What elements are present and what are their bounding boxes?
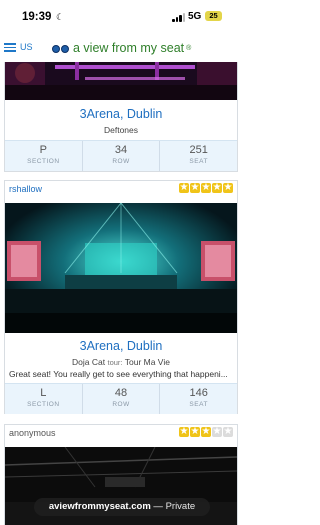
site-header: US a view from my seat ® [0, 34, 242, 62]
review-header: anonymous ★ ★ ★ ★ ★ [5, 425, 237, 443]
seat-value: 251 [189, 144, 208, 156]
section-value: L [40, 387, 47, 399]
star-icon: ★ [190, 182, 200, 193]
browser-url-pill[interactable]: aviewfrommyseat.com — Private [34, 498, 210, 516]
event-line: Doja Cat tour: Tour Ma Vie [5, 357, 237, 367]
network-label: 5G [188, 11, 202, 22]
site-logo[interactable]: a view from my seat ® [52, 40, 191, 56]
signal-icon [172, 13, 186, 22]
seat-value: 146 [189, 387, 208, 399]
review-feed[interactable]: 3Arena, Dublin Deftones P SECTION 34 ROW… [0, 62, 242, 525]
registered-mark: ® [186, 44, 192, 52]
section-label: SECTION [27, 401, 60, 408]
seat-cell: 146 SEAT [159, 384, 237, 414]
private-label: Private [165, 501, 196, 512]
section-label: SECTION [27, 158, 60, 165]
star-icon: ★ [201, 182, 211, 193]
binoculars-icon [52, 43, 70, 54]
tour-name[interactable]: Tour Ma Vie [125, 357, 170, 367]
seat-label: SEAT [189, 401, 208, 408]
event-name[interactable]: Doja Cat [72, 357, 105, 367]
section-cell: L SECTION [5, 384, 82, 414]
review-header: rshallow ★ ★ ★ ★ ★ [5, 181, 237, 199]
row-label: ROW [112, 401, 130, 408]
star-icon: ★ [190, 426, 200, 437]
rating-stars: ★ ★ ★ ★ ★ [178, 427, 233, 437]
review-comment[interactable]: Great seat! You really get to see everyt… [9, 369, 235, 379]
row-cell: 48 ROW [81, 384, 160, 414]
star-icon: ★ [179, 182, 189, 193]
reviewer-username[interactable]: rshallow [9, 184, 42, 194]
seat-view-photo[interactable] [5, 203, 237, 333]
row-label: ROW [112, 158, 130, 165]
battery-level: 25 [209, 11, 218, 20]
venue-link[interactable]: 3Arena, Dublin [5, 107, 237, 121]
menu-icon[interactable] [4, 43, 16, 52]
section-value: P [39, 144, 47, 156]
row-cell: 34 ROW [81, 141, 160, 171]
seat-label: SEAT [189, 158, 208, 165]
star-icon: ★ [179, 426, 189, 437]
section-cell: P SECTION [5, 141, 82, 171]
url-separator: — [150, 501, 166, 512]
region-selector[interactable]: US [20, 42, 33, 52]
venue-link[interactable]: 3Arena, Dublin [5, 339, 237, 353]
review-card[interactable]: 3Arena, Dublin Deftones P SECTION 34 ROW… [4, 62, 238, 172]
row-value: 34 [114, 144, 128, 156]
tour-label: tour: [107, 358, 123, 367]
seat-info-bar: L SECTION 48 ROW 146 SEAT [5, 383, 237, 414]
status-time: 19:39 [22, 11, 52, 23]
seat-info-bar: P SECTION 34 ROW 251 SEAT [5, 140, 237, 171]
status-bar: 19:39 ☾ 5G 25 [0, 0, 242, 34]
star-icon: ★ [201, 426, 211, 437]
seat-view-photo[interactable] [5, 62, 237, 100]
battery-icon: 25 [205, 11, 222, 21]
reviewer-username[interactable]: anonymous [9, 428, 56, 438]
star-empty-icon: ★ [223, 426, 233, 437]
star-icon: ★ [223, 182, 233, 193]
review-card[interactable]: rshallow ★ ★ ★ ★ ★ 3Arena, Dublin Doja C… [4, 180, 238, 414]
row-value: 48 [114, 387, 128, 399]
star-icon: ★ [212, 182, 222, 193]
star-empty-icon: ★ [212, 426, 222, 437]
moon-icon: ☾ [56, 12, 65, 22]
seat-cell: 251 SEAT [159, 141, 237, 171]
event-name[interactable]: Deftones [5, 125, 237, 135]
rating-stars: ★ ★ ★ ★ ★ [178, 183, 233, 193]
logo-text: a view from my seat [73, 41, 185, 55]
url-host: aviewfrommyseat.com [48, 501, 151, 512]
